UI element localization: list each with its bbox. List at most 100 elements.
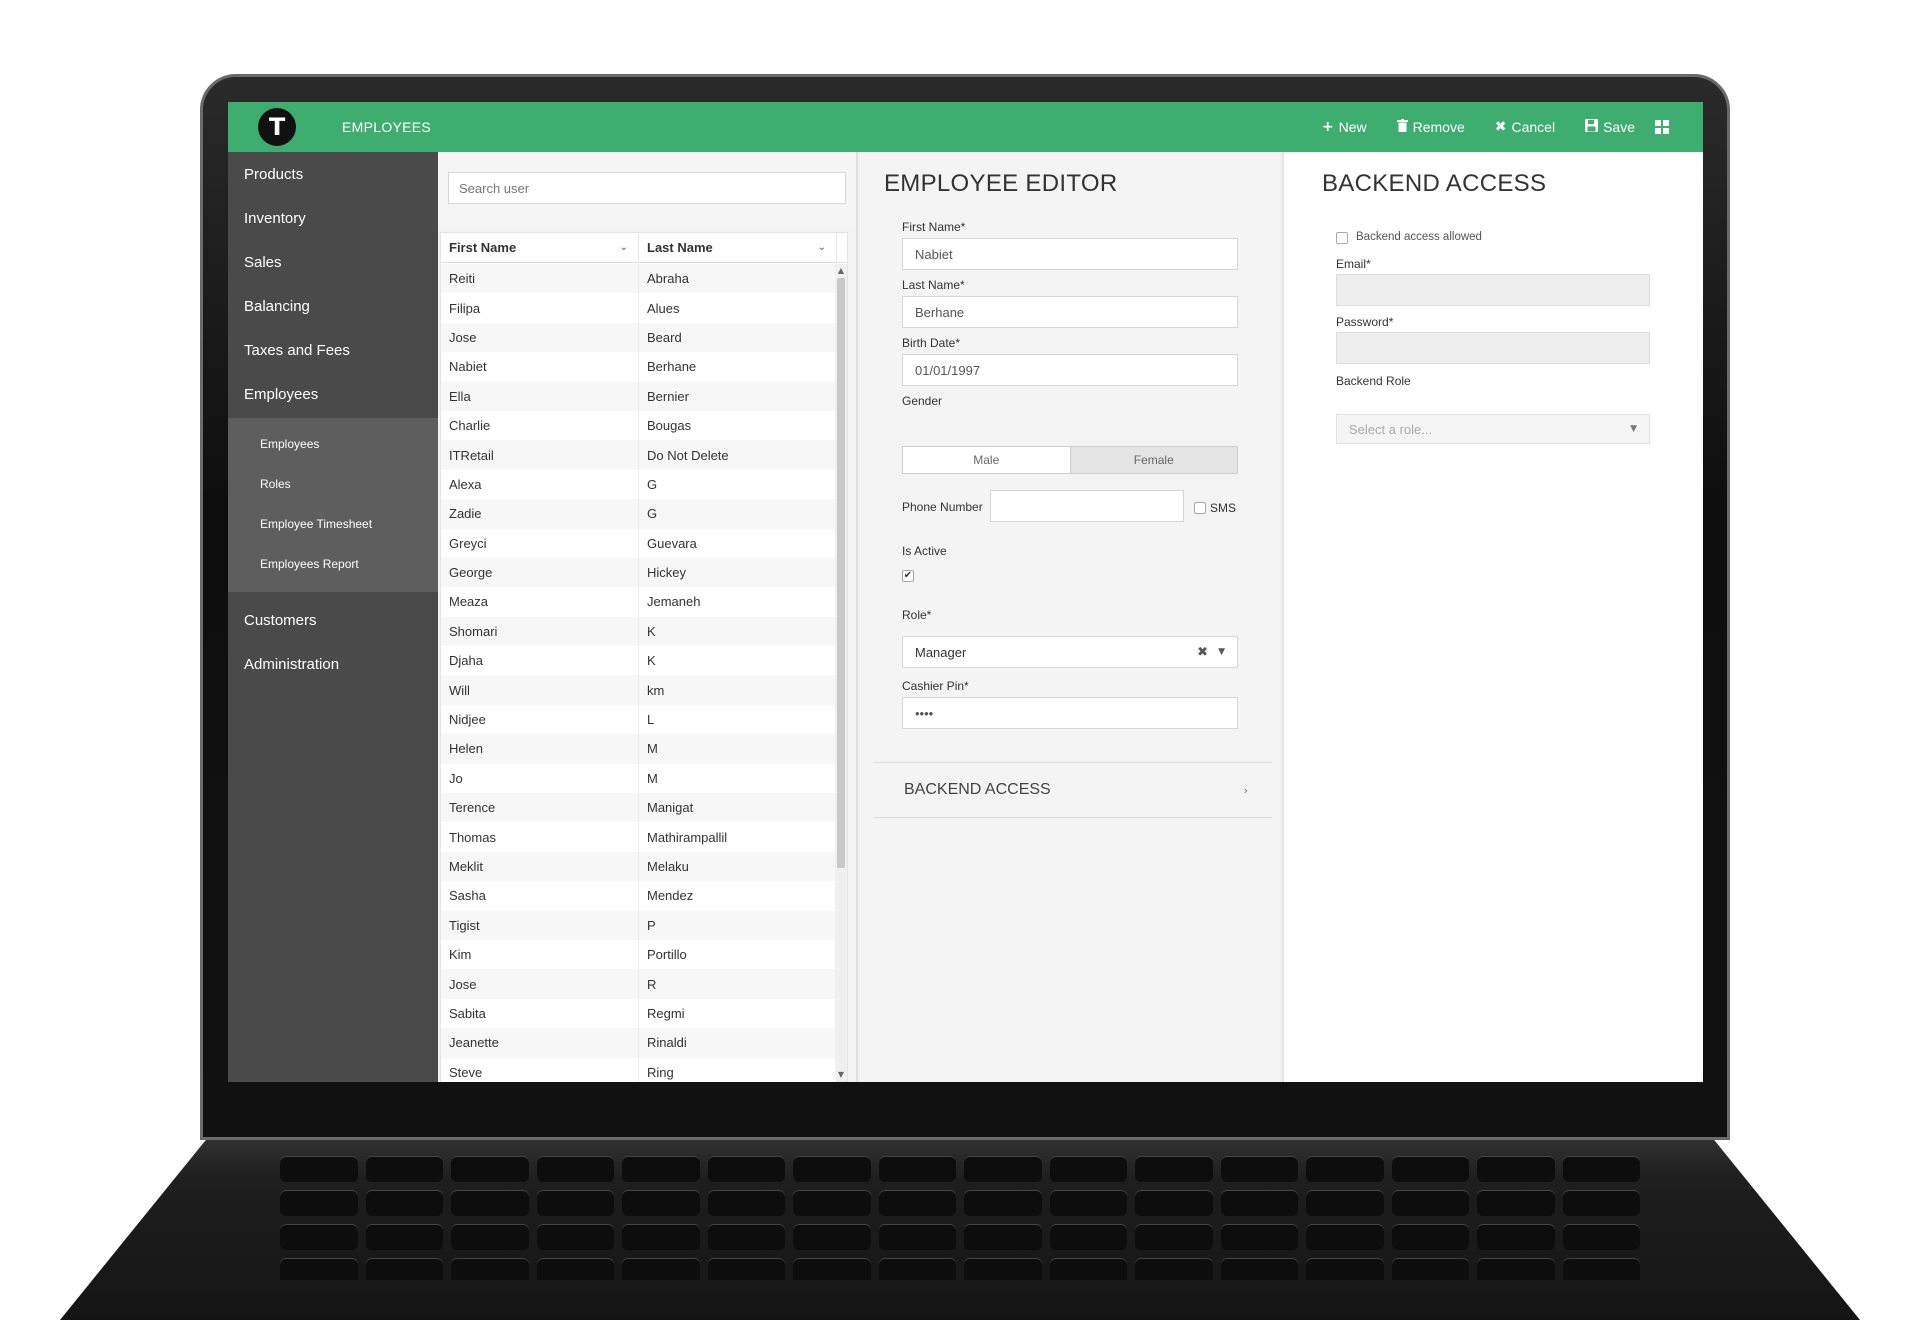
keyboard-key <box>365 1190 443 1216</box>
sidebar-subitem-employee-timesheet[interactable]: Employee Timesheet <box>228 504 438 544</box>
table-row[interactable]: Djaha K <box>441 646 837 676</box>
remove-button-label: Remove <box>1412 119 1465 135</box>
keyboard-key <box>1049 1224 1127 1250</box>
scroll-down-icon[interactable]: ▼ <box>835 1070 847 1079</box>
gender-male-button[interactable]: Male <box>903 447 1070 473</box>
email-field[interactable] <box>1336 274 1650 306</box>
role-select[interactable]: Manager ✖ ▼ <box>902 636 1238 668</box>
table-row[interactable]: Sabita Regmi <box>441 998 837 1029</box>
sidebar-item-employees[interactable]: Employees <box>228 372 438 416</box>
table-row[interactable]: Jo M <box>441 763 837 794</box>
last-name-cell: Melaku <box>639 851 837 882</box>
sidebar-subitem-employees[interactable]: Employees <box>228 424 438 464</box>
table-row[interactable]: Shomari K <box>441 616 837 647</box>
table-row[interactable]: Thomas Mathirampallil <box>441 822 837 852</box>
scroll-up-icon[interactable]: ▲ <box>835 266 847 275</box>
sidebar-item-inventory[interactable]: Inventory <box>228 196 438 240</box>
scroll-thumb[interactable] <box>837 278 845 868</box>
top-bar: T EMPLOYEES + New Remove ✖ Cancel Save <box>228 102 1703 152</box>
plus-icon: + <box>1321 119 1334 135</box>
sidebar-subnav: Employees Roles Employee Timesheet Employee… <box>228 418 438 592</box>
backend-access-checkbox[interactable] <box>1336 232 1348 244</box>
grid-icon[interactable] <box>1655 120 1669 134</box>
search-input[interactable] <box>448 172 846 204</box>
keyboard-key <box>878 1156 956 1182</box>
remove-button[interactable]: Remove <box>1396 118 1465 136</box>
sidebar-item-customers[interactable]: Customers <box>228 598 438 642</box>
table-row[interactable]: George Hickey <box>441 557 837 588</box>
table-row[interactable]: Helen M <box>441 734 837 764</box>
first-name-cell: George <box>441 557 639 588</box>
keyboard-key <box>536 1156 614 1182</box>
cashier-pin-field[interactable]: •••• <box>902 697 1238 729</box>
table-row[interactable]: Jeanette Rinaldi <box>441 1028 837 1058</box>
table-row[interactable]: Reiti Abraha <box>441 264 837 294</box>
trash-icon <box>1396 118 1408 136</box>
sidebar-item-taxes-and-fees[interactable]: Taxes and Fees <box>228 328 438 372</box>
sidebar-subitem-roles[interactable]: Roles <box>228 464 438 504</box>
sidebar-item-balancing[interactable]: Balancing <box>228 284 438 328</box>
is-active-checkbox[interactable]: ✔ <box>902 570 914 582</box>
sidebar-item-products[interactable]: Products <box>228 152 438 196</box>
gender-female-button[interactable]: Female <box>1069 447 1237 473</box>
table-row[interactable]: Filipa Alues <box>441 293 837 323</box>
table-row[interactable]: Alexa G <box>441 469 837 500</box>
password-label: Password* <box>1336 315 1394 329</box>
table-row[interactable]: Will km <box>441 675 837 705</box>
table-row[interactable]: Kim Portillo <box>441 939 837 970</box>
last-name-cell: K <box>639 646 837 676</box>
first-name-field[interactable]: Nabiet <box>902 238 1238 270</box>
backend-access-accordion[interactable]: BACKEND ACCESS › <box>874 762 1272 818</box>
table-row[interactable]: Meklit Melaku <box>441 851 837 882</box>
table-row[interactable]: Greyci Guevara <box>441 528 837 558</box>
table-row[interactable]: Tigist P <box>441 910 837 940</box>
column-header-first-name[interactable]: First Name ⌄ <box>441 233 639 262</box>
keyboard-key <box>1135 1190 1213 1216</box>
keyboard-key <box>1477 1224 1555 1250</box>
table-row[interactable]: Steve Ring <box>441 1057 837 1082</box>
clear-icon[interactable]: ✖ <box>1197 645 1208 660</box>
sidebar-item-administration[interactable]: Administration <box>228 642 438 686</box>
table-row[interactable]: Jose Beard <box>441 322 837 353</box>
backend-access-title: BACKEND ACCESS <box>1322 170 1547 197</box>
first-name-cell: Nabiet <box>441 352 639 382</box>
table-row[interactable]: Charlie Bougas <box>441 410 837 441</box>
first-name-cell: Alexa <box>441 469 639 500</box>
sidebar-item-sales[interactable]: Sales <box>228 240 438 284</box>
table-row[interactable]: Ella Bernier <box>441 381 837 411</box>
last-name-cell: P <box>639 910 837 940</box>
caret-down-icon: ▼ <box>1218 647 1225 657</box>
phone-number-field[interactable] <box>990 490 1184 522</box>
keyboard-key <box>451 1156 529 1182</box>
last-name-cell: Beard <box>639 322 837 353</box>
last-name-field[interactable]: Berhane <box>902 296 1238 328</box>
new-button[interactable]: + New <box>1322 119 1367 135</box>
gender-label: Gender <box>902 394 943 408</box>
save-button[interactable]: Save <box>1585 118 1635 136</box>
last-name-cell: G <box>639 499 837 529</box>
table-row[interactable]: Zadie G <box>441 499 837 529</box>
table-row[interactable]: ITRetail Do Not Delete <box>441 440 837 470</box>
sidebar-subitem-employees-report[interactable]: Employees Report <box>228 544 438 584</box>
last-name-cell: Regmi <box>639 998 837 1029</box>
table-row[interactable]: Nabiet Berhane <box>441 352 837 382</box>
table-row[interactable]: Terence Manigat <box>441 793 837 823</box>
keyboard-key <box>280 1190 358 1216</box>
cancel-button[interactable]: ✖ Cancel <box>1495 119 1555 135</box>
column-header-last-name[interactable]: Last Name ⌄ <box>639 233 837 262</box>
backend-role-label: Backend Role <box>1336 374 1411 388</box>
backend-access-allowed-label: Backend access allowed <box>1356 231 1482 243</box>
keyboard-key <box>1306 1224 1384 1250</box>
keyboard-key <box>1562 1224 1640 1250</box>
sms-checkbox[interactable] <box>1194 502 1206 514</box>
last-name-cell: M <box>639 763 837 794</box>
table-row[interactable]: Nidjee L <box>441 704 837 735</box>
birth-date-field[interactable]: 01/01/1997 <box>902 354 1238 386</box>
table-row[interactable]: Jose R <box>441 969 837 999</box>
list-scrollbar[interactable]: ▲ ▼ <box>835 264 847 1081</box>
backend-role-select[interactable]: Select a role... ▼ <box>1336 414 1650 444</box>
table-row[interactable]: Sasha Mendez <box>441 881 837 911</box>
password-field[interactable] <box>1336 332 1650 364</box>
cashier-pin-label: Cashier Pin* <box>902 679 969 693</box>
table-row[interactable]: Meaza Jemaneh <box>441 587 837 617</box>
